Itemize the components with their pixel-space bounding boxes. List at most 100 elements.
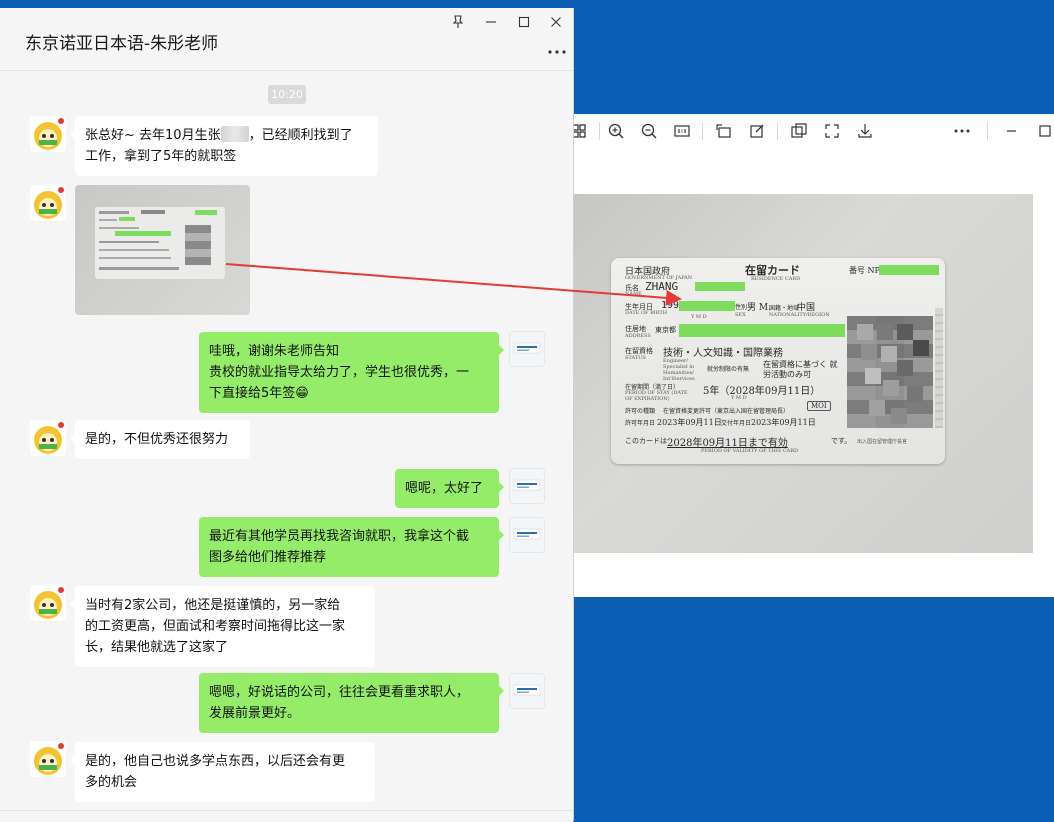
message-text: 长，结果他就选了这家了 xyxy=(85,640,229,655)
message-bubble[interactable]: 张总好~ 去年10月生张 ，已经顺利找到了 工作，拿到了5年的就职签 xyxy=(70,116,378,176)
validity-prefix: このカードは xyxy=(625,437,667,445)
redaction-bar xyxy=(879,265,939,275)
rotate-icon[interactable] xyxy=(715,122,733,140)
message-text: 工作，拿到了5年的就职签 xyxy=(85,149,237,164)
redacted-name xyxy=(220,126,249,142)
chat-header: 东京诺亚日本语-朱彤老师 xyxy=(0,8,573,71)
contact-avatar[interactable] xyxy=(30,116,66,152)
message-text: 的工资更高，但面试和考察时间拖得比这一家 xyxy=(85,619,346,634)
message-text: 图多给他们推荐推荐 xyxy=(209,550,327,565)
viewer-toolbar xyxy=(572,114,1054,148)
period-ymd: Y M D xyxy=(731,395,747,401)
address-label-en: ADDRESS xyxy=(625,333,651,339)
message-bubble[interactable]: 嗯嗯，好说话的公司，往往会更看重求职人， 发展前景更好。 xyxy=(199,673,504,733)
message-input-toolbar[interactable] xyxy=(0,810,573,822)
message-text: 是的，他自己也说多学点东西，以后还会有更 xyxy=(85,754,346,769)
maximize-icon[interactable] xyxy=(514,13,534,31)
status-value: 技術・人文知識・国際業務 xyxy=(663,348,783,359)
message-text: 下直接给5年签😁 xyxy=(209,386,309,401)
redaction-bar xyxy=(679,324,845,337)
my-avatar[interactable] xyxy=(509,331,545,367)
message-bubble[interactable]: 嗯呢，太好了 xyxy=(395,469,504,508)
dob-ymd: Y M D xyxy=(691,314,707,320)
my-avatar[interactable] xyxy=(509,517,545,553)
message-text: 张总好~ 去年10月生张 xyxy=(85,128,221,143)
residence-card-photo: 日本国政府 GOVERNMENT OF JAPAN 在留カード RESIDENC… xyxy=(573,194,1033,553)
image-viewer-window: 日本国政府 GOVERNMENT OF JAPAN 在留カード RESIDENC… xyxy=(572,114,1054,597)
close-icon[interactable] xyxy=(546,13,566,31)
sex-label: 性別 xyxy=(735,304,748,311)
my-avatar[interactable] xyxy=(509,468,545,504)
message-timestamp: 10:20 xyxy=(268,85,306,104)
blurred-photo xyxy=(847,316,933,428)
message-bubble[interactable]: 是的，不但优秀还很努力 xyxy=(70,420,250,459)
validity-suffix: です。 xyxy=(831,437,852,445)
contact-avatar[interactable] xyxy=(30,420,66,456)
thumbnail-card xyxy=(95,207,225,279)
issue-date: 2023年09月11日 xyxy=(751,418,816,427)
edit-icon[interactable] xyxy=(748,122,766,140)
message-text: 哇哦，谢谢朱老师告知 xyxy=(209,344,340,359)
toolbar-separator xyxy=(599,122,600,140)
residence-card: 日本国政府 GOVERNMENT OF JAPAN 在留カード RESIDENC… xyxy=(611,258,945,464)
toolbar-separator xyxy=(702,122,703,140)
contact-avatar[interactable] xyxy=(30,741,66,777)
maximize-icon[interactable] xyxy=(1036,122,1054,140)
card-number-label: 番号 NP xyxy=(849,266,880,275)
zoom-out-icon[interactable] xyxy=(640,122,658,140)
redaction-bar xyxy=(695,282,745,291)
message-bubble[interactable]: 最近有其他学员再找我咨询就职，我拿这个截 图多给他们推荐推荐 xyxy=(199,517,504,577)
nationality-label: 国籍・地域 xyxy=(769,305,800,312)
chat-title: 东京诺亚日本语-朱彤老师 xyxy=(25,34,219,54)
download-icon[interactable] xyxy=(856,122,874,140)
minimize-icon[interactable] xyxy=(1003,122,1021,140)
minimize-icon[interactable] xyxy=(481,13,501,31)
message-bubble[interactable]: 是的，他自己也说多学点东西，以后还会有更 多的机会 xyxy=(70,742,375,802)
permit-date: 2023年09月11日 xyxy=(657,418,722,427)
sex-value: 男 M. xyxy=(747,303,771,313)
nationality-value: 中国 xyxy=(797,303,816,313)
more-icon[interactable] xyxy=(953,122,971,140)
permit-value: 在留資格変更許可（東京出入国在留管理局長） xyxy=(663,408,790,415)
status-label-en: STATUS xyxy=(625,355,646,361)
my-avatar[interactable] xyxy=(509,673,545,709)
chat-window: 东京诺亚日本语-朱彤老师 10:20 张总好~ 去年10月生张 ，已经顺利找到了… xyxy=(0,8,574,822)
permit-date-label: 許可年月日 xyxy=(625,420,656,427)
name-value: ZHANG xyxy=(645,280,679,293)
status-value-en: Engineer/ Specialist in Humanities/ Int'… xyxy=(663,358,695,382)
toolbar-separator xyxy=(777,122,778,140)
message-text: 发展前景更好。 xyxy=(209,706,301,721)
message-text: 贵校的就业指导太给力了，学生也很优秀，一 xyxy=(209,365,470,380)
copy-icon[interactable] xyxy=(790,122,808,140)
address-value: 東京都 xyxy=(655,326,676,334)
actual-size-icon[interactable] xyxy=(673,122,691,140)
redaction-bar xyxy=(679,301,735,311)
fullscreen-icon[interactable] xyxy=(823,122,841,140)
message-text: 嗯呢，太好了 xyxy=(405,481,484,496)
toolbar-separator xyxy=(987,122,988,140)
more-icon[interactable] xyxy=(547,42,567,54)
permit-label: 許可の種類 xyxy=(625,408,656,415)
issuer: 出入国在留管理庁長官 xyxy=(857,439,908,445)
hologram-strip xyxy=(935,308,943,428)
card-title-en: RESIDENCE CARD xyxy=(751,276,801,282)
contact-avatar[interactable] xyxy=(30,185,66,221)
period-label-en: PERIOD OF STAY (DATE OF EXPIRATION) xyxy=(625,390,688,402)
image-message[interactable] xyxy=(75,185,250,315)
validity-value: 2028年09月11日まで有効 xyxy=(667,438,788,449)
message-text: ，已经顺利找到了 xyxy=(248,128,353,143)
message-bubble[interactable]: 哇哦，谢谢朱老师告知 贵校的就业指导太给力了，学生也很优秀，一 下直接给5年签😁 xyxy=(199,332,504,413)
work-label: 就労制限の有無 xyxy=(707,366,750,373)
pin-icon[interactable] xyxy=(448,13,468,31)
mof-mark: MOI xyxy=(807,401,831,411)
zoom-in-icon[interactable] xyxy=(607,122,625,140)
message-text: 最近有其他学员再找我咨询就职，我拿这个截 xyxy=(209,529,470,544)
message-text: 嗯嗯，好说话的公司，往往会更看重求职人， xyxy=(209,685,470,700)
contact-avatar[interactable] xyxy=(30,585,66,621)
issue-date-label: 交付年月日 xyxy=(721,420,752,427)
sex-label-en: SEX xyxy=(735,312,746,318)
message-bubble[interactable]: 当时有2家公司，他还是挺谨慎的，另一家给 的工资更高，但面试和考察时间拖得比这一… xyxy=(70,586,375,667)
message-text: 多的机会 xyxy=(85,775,138,790)
validity-en: PERIOD OF VALIDITY OF THIS CARD xyxy=(701,448,799,454)
dob-value: 199 xyxy=(661,300,680,311)
